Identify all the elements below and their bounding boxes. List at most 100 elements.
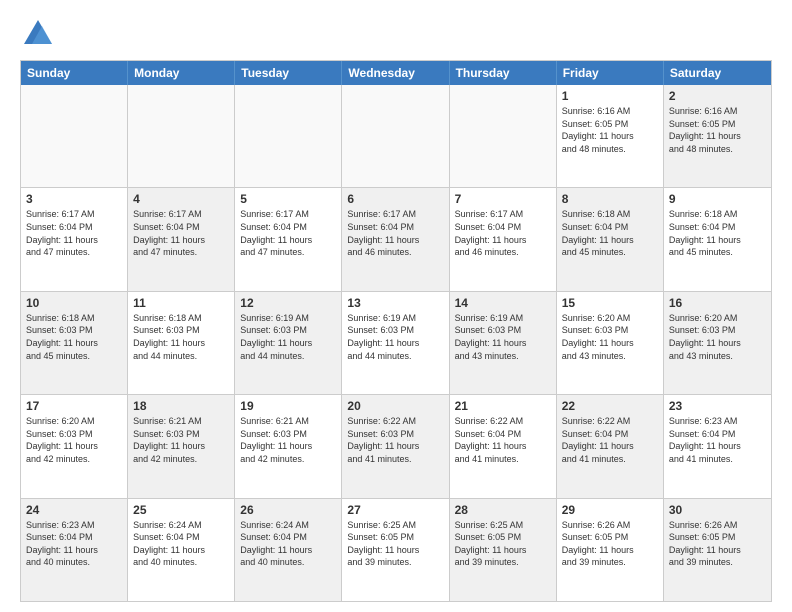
day-number: 29: [562, 503, 658, 517]
calendar-body: 1 Sunrise: 6:16 AM Sunset: 6:05 PM Daylig…: [21, 85, 771, 601]
header-day-wednesday: Wednesday: [342, 61, 449, 85]
day-number: 16: [669, 296, 766, 310]
calendar-row-2: 3 Sunrise: 6:17 AM Sunset: 6:04 PM Daylig…: [21, 187, 771, 290]
day-info: Sunrise: 6:19 AM Sunset: 6:03 PM Dayligh…: [240, 312, 336, 362]
header-day-friday: Friday: [557, 61, 664, 85]
day-info: Sunrise: 6:16 AM Sunset: 6:05 PM Dayligh…: [669, 105, 766, 155]
header-day-tuesday: Tuesday: [235, 61, 342, 85]
calendar-cell: [450, 85, 557, 187]
calendar-cell: 10 Sunrise: 6:18 AM Sunset: 6:03 PM Dayli…: [21, 292, 128, 394]
calendar-row-5: 24 Sunrise: 6:23 AM Sunset: 6:04 PM Dayli…: [21, 498, 771, 601]
calendar-cell: [342, 85, 449, 187]
day-info: Sunrise: 6:18 AM Sunset: 6:03 PM Dayligh…: [26, 312, 122, 362]
day-number: 26: [240, 503, 336, 517]
calendar-cell: 7Sunrise: 6:17 AM Sunset: 6:04 PM Daylig…: [450, 188, 557, 290]
calendar-cell: 27 Sunrise: 6:25 AM Sunset: 6:05 PM Dayli…: [342, 499, 449, 601]
day-info: Sunrise: 6:21 AM Sunset: 6:03 PM Dayligh…: [240, 415, 336, 465]
calendar-cell: 15 Sunrise: 6:20 AM Sunset: 6:03 PM Dayli…: [557, 292, 664, 394]
day-number: 8: [562, 192, 658, 206]
day-number: 24: [26, 503, 122, 517]
calendar-cell: 29 Sunrise: 6:26 AM Sunset: 6:05 PM Dayli…: [557, 499, 664, 601]
day-number: 9: [669, 192, 766, 206]
calendar-cell: 2 Sunrise: 6:16 AM Sunset: 6:05 PM Daylig…: [664, 85, 771, 187]
calendar-cell: 1 Sunrise: 6:16 AM Sunset: 6:05 PM Daylig…: [557, 85, 664, 187]
day-info: Sunrise: 6:26 AM Sunset: 6:05 PM Dayligh…: [669, 519, 766, 569]
day-number: 19: [240, 399, 336, 413]
calendar-cell: [21, 85, 128, 187]
calendar-cell: 3 Sunrise: 6:17 AM Sunset: 6:04 PM Daylig…: [21, 188, 128, 290]
calendar-cell: 20 Sunrise: 6:22 AM Sunset: 6:03 PM Dayli…: [342, 395, 449, 497]
calendar-cell: 14Sunrise: 6:19 AM Sunset: 6:03 PM Dayli…: [450, 292, 557, 394]
calendar-cell: 5 Sunrise: 6:17 AM Sunset: 6:04 PM Daylig…: [235, 188, 342, 290]
day-info: Sunrise: 6:22 AM Sunset: 6:03 PM Dayligh…: [347, 415, 443, 465]
day-number: 28: [455, 503, 551, 517]
calendar-cell: 23 Sunrise: 6:23 AM Sunset: 6:04 PM Dayli…: [664, 395, 771, 497]
day-info: Sunrise: 6:17 AM Sunset: 6:04 PM Dayligh…: [133, 208, 229, 258]
logo-icon: [20, 16, 56, 52]
day-info: Sunrise: 6:21 AM Sunset: 6:03 PM Dayligh…: [133, 415, 229, 465]
calendar-row-3: 10 Sunrise: 6:18 AM Sunset: 6:03 PM Dayli…: [21, 291, 771, 394]
calendar-cell: 19 Sunrise: 6:21 AM Sunset: 6:03 PM Dayli…: [235, 395, 342, 497]
day-number: 12: [240, 296, 336, 310]
header-day-thursday: Thursday: [450, 61, 557, 85]
day-number: 18: [133, 399, 229, 413]
calendar-cell: 25 Sunrise: 6:24 AM Sunset: 6:04 PM Dayli…: [128, 499, 235, 601]
day-number: 17: [26, 399, 122, 413]
day-info: Sunrise: 6:22 AM Sunset: 6:04 PM Dayligh…: [455, 415, 551, 465]
calendar-cell: 13 Sunrise: 6:19 AM Sunset: 6:03 PM Dayli…: [342, 292, 449, 394]
day-info: Sunrise: 6:16 AM Sunset: 6:05 PM Dayligh…: [562, 105, 658, 155]
page: SundayMondayTuesdayWednesdayThursdayFrid…: [0, 0, 792, 612]
day-info: Sunrise: 6:20 AM Sunset: 6:03 PM Dayligh…: [562, 312, 658, 362]
day-info: Sunrise: 6:17 AM Sunset: 6:04 PM Dayligh…: [240, 208, 336, 258]
calendar-cell: 4 Sunrise: 6:17 AM Sunset: 6:04 PM Daylig…: [128, 188, 235, 290]
calendar: SundayMondayTuesdayWednesdayThursdayFrid…: [20, 60, 772, 602]
calendar-cell: 30 Sunrise: 6:26 AM Sunset: 6:05 PM Dayli…: [664, 499, 771, 601]
day-info: Sunrise: 6:25 AM Sunset: 6:05 PM Dayligh…: [347, 519, 443, 569]
day-number: 27: [347, 503, 443, 517]
day-number: 5: [240, 192, 336, 206]
day-number: 20: [347, 399, 443, 413]
calendar-cell: 9 Sunrise: 6:18 AM Sunset: 6:04 PM Daylig…: [664, 188, 771, 290]
calendar-cell: 11Sunrise: 6:18 AM Sunset: 6:03 PM Dayli…: [128, 292, 235, 394]
day-number: 15: [562, 296, 658, 310]
day-info: Sunrise: 6:17 AM Sunset: 6:04 PM Dayligh…: [26, 208, 122, 258]
calendar-cell: [128, 85, 235, 187]
day-info: Sunrise: 6:23 AM Sunset: 6:04 PM Dayligh…: [26, 519, 122, 569]
day-number: 22: [562, 399, 658, 413]
day-info: Sunrise: 6:19 AM Sunset: 6:03 PM Dayligh…: [347, 312, 443, 362]
calendar-cell: 18 Sunrise: 6:21 AM Sunset: 6:03 PM Dayli…: [128, 395, 235, 497]
day-info: Sunrise: 6:25 AM Sunset: 6:05 PM Dayligh…: [455, 519, 551, 569]
day-number: 2: [669, 89, 766, 103]
day-number: 23: [669, 399, 766, 413]
calendar-cell: 24 Sunrise: 6:23 AM Sunset: 6:04 PM Dayli…: [21, 499, 128, 601]
day-number: 6: [347, 192, 443, 206]
calendar-cell: [235, 85, 342, 187]
header-day-sunday: Sunday: [21, 61, 128, 85]
day-info: Sunrise: 6:23 AM Sunset: 6:04 PM Dayligh…: [669, 415, 766, 465]
calendar-cell: 12 Sunrise: 6:19 AM Sunset: 6:03 PM Dayli…: [235, 292, 342, 394]
day-info: Sunrise: 6:18 AM Sunset: 6:04 PM Dayligh…: [669, 208, 766, 258]
day-info: Sunrise: 6:20 AM Sunset: 6:03 PM Dayligh…: [26, 415, 122, 465]
day-number: 30: [669, 503, 766, 517]
day-number: 3: [26, 192, 122, 206]
calendar-cell: 26Sunrise: 6:24 AM Sunset: 6:04 PM Dayli…: [235, 499, 342, 601]
day-number: 1: [562, 89, 658, 103]
day-number: 10: [26, 296, 122, 310]
day-info: Sunrise: 6:22 AM Sunset: 6:04 PM Dayligh…: [562, 415, 658, 465]
calendar-cell: 21 Sunrise: 6:22 AM Sunset: 6:04 PM Dayli…: [450, 395, 557, 497]
day-info: Sunrise: 6:26 AM Sunset: 6:05 PM Dayligh…: [562, 519, 658, 569]
calendar-cell: 22 Sunrise: 6:22 AM Sunset: 6:04 PM Dayli…: [557, 395, 664, 497]
day-info: Sunrise: 6:17 AM Sunset: 6:04 PM Dayligh…: [455, 208, 551, 258]
calendar-cell: 8Sunrise: 6:18 AM Sunset: 6:04 PM Daylig…: [557, 188, 664, 290]
day-info: Sunrise: 6:18 AM Sunset: 6:03 PM Dayligh…: [133, 312, 229, 362]
calendar-row-1: 1 Sunrise: 6:16 AM Sunset: 6:05 PM Daylig…: [21, 85, 771, 187]
day-info: Sunrise: 6:24 AM Sunset: 6:04 PM Dayligh…: [133, 519, 229, 569]
day-number: 25: [133, 503, 229, 517]
day-info: Sunrise: 6:17 AM Sunset: 6:04 PM Dayligh…: [347, 208, 443, 258]
day-number: 13: [347, 296, 443, 310]
day-info: Sunrise: 6:20 AM Sunset: 6:03 PM Dayligh…: [669, 312, 766, 362]
calendar-cell: 17 Sunrise: 6:20 AM Sunset: 6:03 PM Dayli…: [21, 395, 128, 497]
day-number: 21: [455, 399, 551, 413]
day-number: 4: [133, 192, 229, 206]
calendar-cell: 6 Sunrise: 6:17 AM Sunset: 6:04 PM Daylig…: [342, 188, 449, 290]
